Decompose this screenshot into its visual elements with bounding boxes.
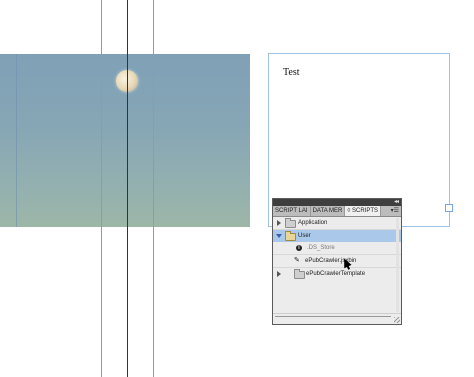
folder-open-icon — [285, 231, 296, 241]
image-frame-sky[interactable] — [0, 54, 250, 227]
tree-item-label: User — [298, 233, 311, 239]
info-file-icon: i — [296, 245, 302, 251]
text-frame-out-port[interactable] — [445, 204, 453, 212]
tree-row-user[interactable]: User — [273, 230, 401, 242]
panel-footer — [273, 313, 401, 324]
tree-row-epubcrawler-template[interactable]: ePubCrawlerTemplate — [273, 268, 401, 280]
panel-menu-icon[interactable]: ▾☰ — [391, 206, 399, 216]
footer-divider — [275, 316, 391, 317]
script-file-icon: ✎ — [294, 257, 300, 264]
document-canvas: Test ◂◂ SCRIPT LAI DATA MER ◊ SCRIPTS ▾☰… — [0, 0, 474, 377]
expand-triangle-icon[interactable] — [277, 271, 281, 277]
scripts-panel: ◂◂ SCRIPT LAI DATA MER ◊ SCRIPTS ▾☰ Appl… — [272, 198, 402, 325]
tree-item-label: .DS_Store — [307, 245, 335, 251]
scripts-tree: Application User i .DS_Store ✎ ePubCrawl… — [273, 217, 401, 280]
tab-script-label[interactable]: SCRIPT LAI — [273, 206, 311, 216]
tree-item-label: Application — [298, 220, 328, 226]
tab-data-merge[interactable]: DATA MER — [311, 206, 346, 216]
folder-icon — [285, 218, 296, 228]
frame-edge-line — [16, 54, 17, 227]
tree-item-label: ePubCrawlerTemplate — [306, 271, 366, 277]
vertical-guide-purple[interactable] — [153, 0, 154, 377]
collapse-triangle-icon[interactable] — [276, 234, 282, 238]
collapse-panel-icon[interactable]: ◂◂ — [394, 199, 399, 206]
tab-scripts[interactable]: ◊ SCRIPTS — [345, 206, 381, 216]
expand-triangle-icon[interactable] — [277, 220, 281, 226]
text-frame-content[interactable]: Test — [283, 67, 300, 78]
vertical-guide-black[interactable] — [127, 0, 128, 377]
folder-icon — [294, 269, 305, 279]
tree-row-epubcrawler-jsxbin[interactable]: ✎ ePubCrawler.jsxbin — [273, 255, 401, 269]
panel-tabs: SCRIPT LAI DATA MER ◊ SCRIPTS ▾☰ — [273, 206, 401, 217]
scrollbar[interactable] — [396, 218, 399, 312]
tree-row-ds-store[interactable]: i .DS_Store — [273, 242, 401, 255]
tree-row-application[interactable]: Application — [273, 217, 401, 230]
resize-grip-icon[interactable] — [394, 317, 400, 323]
vertical-guide-purple[interactable] — [101, 0, 102, 377]
panel-titlebar[interactable]: ◂◂ — [273, 199, 401, 206]
